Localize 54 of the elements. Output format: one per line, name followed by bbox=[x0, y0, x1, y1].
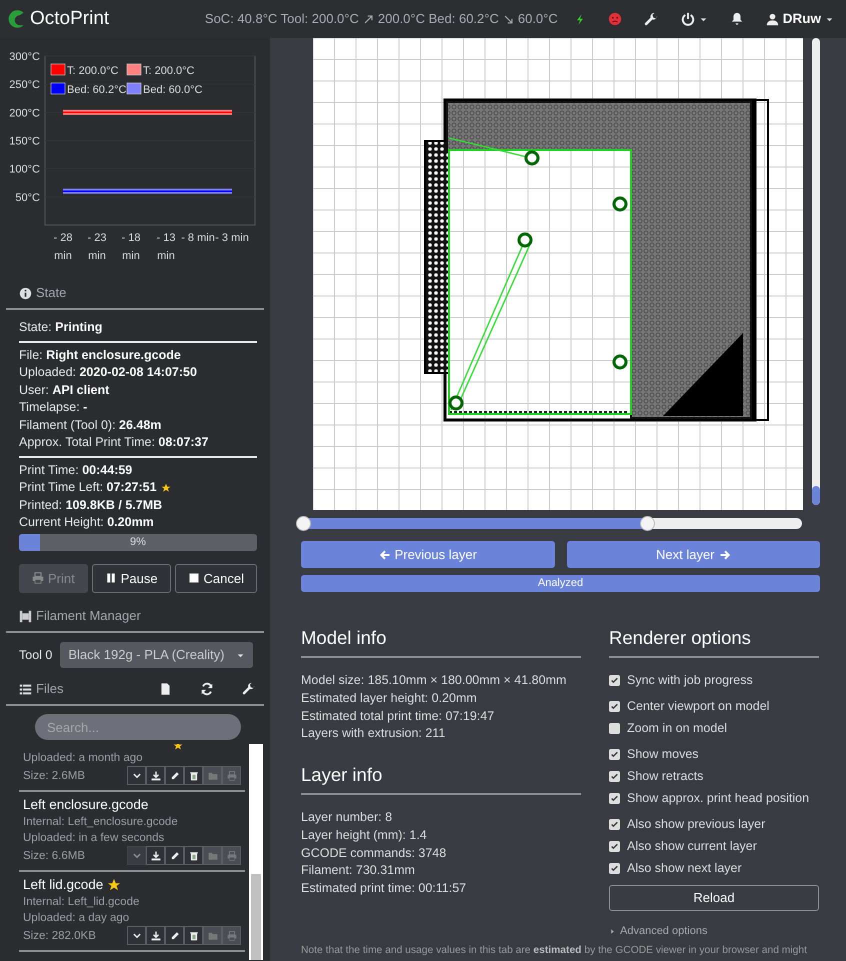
job-info-text: File: Right enclosure.gcode bbox=[19, 346, 182, 364]
y-tick-label: 300°C bbox=[9, 51, 40, 63]
progress-info-text: Current Height: 0.20mm bbox=[19, 514, 154, 531]
job-info-text: Filament (Tool 0): 26.48m bbox=[19, 416, 162, 434]
y-tick-label: 50°C bbox=[15, 192, 40, 204]
progress-info-text: Printed: 109.8KB / 5.7MB bbox=[19, 496, 162, 514]
temperature-status: 60.0°C bbox=[518, 10, 558, 28]
note-text: Note that the time and usage values in this tab are estimated by the GCODE viewer in your browser and might bbox=[301, 944, 808, 958]
y-tick-label: 150°C bbox=[9, 136, 40, 148]
x-tick-label: - 13 min bbox=[156, 232, 176, 262]
info-text: Estimated total print time: 07:19:47 bbox=[301, 708, 496, 725]
tool-label: Tool 0 bbox=[19, 646, 52, 664]
x-tick-label: - 3 min bbox=[215, 232, 249, 244]
file-size: Size: 6.6MB bbox=[23, 848, 85, 864]
info-text: Estimated layer height: 0.20mm bbox=[301, 690, 478, 707]
info-text: Layer height (mm): 1.4 bbox=[301, 826, 428, 844]
progress-info-text: Print Time Left: 07:27:51 bbox=[19, 479, 157, 496]
file-internal-name: Internal: Left_lid.gcode bbox=[23, 895, 140, 910]
legend-label: T: 200.0°C bbox=[67, 65, 118, 77]
info-text: Model size: 185.10mm × 180.00mm × 41.80mm bbox=[301, 672, 568, 690]
y-tick-label: 100°C bbox=[9, 164, 40, 176]
info-text: Estimated print time: 00:11:57 bbox=[301, 880, 468, 897]
state-text: State: Printing bbox=[19, 319, 104, 336]
section-heading: Renderer options bbox=[609, 627, 752, 650]
file-upload-time: Uploaded: a month ago bbox=[23, 751, 144, 766]
x-tick-label: - 18 min bbox=[122, 232, 140, 262]
file-size: Size: 2.6MB bbox=[23, 768, 85, 784]
file-upload-time: Uploaded: in a few seconds bbox=[23, 831, 166, 846]
x-tick-label: - 23 min bbox=[88, 232, 106, 262]
info-text: GCODE commands: 3748 bbox=[301, 844, 448, 862]
progress-info-text: Print Time: 00:44:59 bbox=[19, 462, 132, 478]
temperature-status: SoC: 40.8°C Tool: 200.0°C bbox=[204, 10, 359, 28]
file-size: Size: 282.0KB bbox=[23, 928, 96, 944]
x-tick-label: - 28 min bbox=[54, 232, 72, 262]
analysis-status-bar: Analyzed bbox=[301, 575, 820, 592]
temperature-status: 200.0°C Bed: 60.2°C bbox=[378, 10, 499, 28]
legend-label: T: 200.0°C bbox=[143, 65, 194, 77]
y-tick-label: 250°C bbox=[9, 79, 40, 92]
y-tick-label: 200°C bbox=[9, 107, 40, 120]
legend-label: Bed: 60.0°C bbox=[143, 84, 202, 96]
section-heading: Layer info bbox=[301, 764, 384, 786]
progress-label: 9% bbox=[129, 534, 147, 550]
legend-label: Bed: 60.2°C bbox=[67, 84, 126, 96]
job-info-text: Approx. Total Print Time: 08:07:37 bbox=[19, 434, 210, 451]
job-info-text: Timelapse: - bbox=[19, 399, 88, 416]
job-info-text: Uploaded: 2020-02-08 14:07:50 bbox=[19, 364, 198, 381]
info-text: Filament: 730.31mm bbox=[301, 862, 416, 880]
file-upload-time: Uploaded: a day ago bbox=[23, 911, 130, 926]
x-tick-label: - 8 min bbox=[181, 232, 215, 244]
info-text: Layers with extrusion: 211 bbox=[301, 725, 446, 742]
info-text: Layer number: 8 bbox=[301, 809, 394, 826]
section-heading: Model info bbox=[301, 627, 388, 650]
file-internal-name: Internal: Left_enclosure.gcode bbox=[23, 815, 179, 830]
job-info-text: User: API client bbox=[19, 382, 110, 398]
